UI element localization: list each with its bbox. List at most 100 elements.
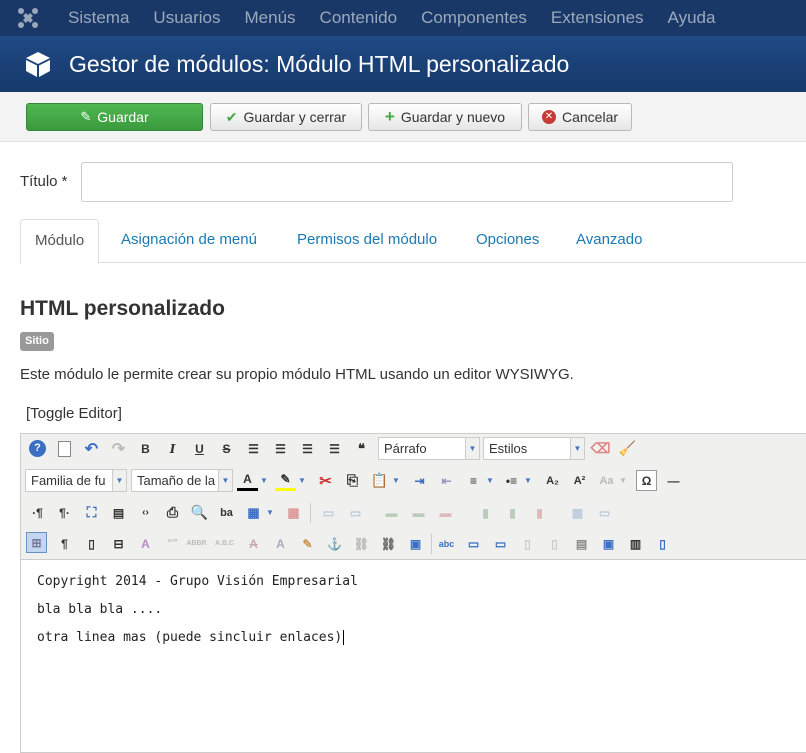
- align-full-icon[interactable]: ☰: [243, 438, 264, 459]
- deletion-icon[interactable]: A: [243, 533, 264, 554]
- bullet-list-arrow-icon[interactable]: ▼: [523, 470, 533, 491]
- menu-componentes[interactable]: Componentes: [409, 0, 539, 36]
- menu-menus[interactable]: Menús: [233, 0, 308, 36]
- text-color-icon[interactable]: A: [237, 470, 258, 491]
- redo-icon[interactable]: ↷: [108, 438, 129, 459]
- cell-props-icon[interactable]: ▭: [345, 502, 366, 523]
- underline-icon[interactable]: U: [189, 438, 210, 459]
- superscript-icon[interactable]: A²: [569, 470, 590, 491]
- italic-icon[interactable]: I: [162, 438, 183, 459]
- horizontal-rule-icon[interactable]: —: [663, 470, 684, 491]
- split-cells-icon[interactable]: ▦: [567, 502, 588, 523]
- merge-cells-icon[interactable]: ▭: [594, 502, 615, 523]
- attributes-icon[interactable]: ✎: [297, 533, 318, 554]
- delete-col-icon[interactable]: ▮: [529, 502, 550, 523]
- undo-icon[interactable]: ↶: [81, 438, 102, 459]
- joomla-logo-icon[interactable]: [0, 0, 56, 36]
- absolute-icon[interactable]: ▭: [490, 533, 511, 554]
- anchor-icon[interactable]: ⚓: [324, 533, 345, 554]
- special-char-icon[interactable]: Ω: [636, 470, 657, 491]
- align-left-icon[interactable]: ☰: [297, 438, 318, 459]
- highlight-color-icon[interactable]: ✎: [275, 470, 296, 491]
- replace-icon[interactable]: ba: [216, 502, 237, 523]
- numbered-list-arrow-icon[interactable]: ▼: [485, 470, 495, 491]
- tab-permisos[interactable]: Permisos del módulo: [297, 219, 437, 263]
- insert-layer-icon[interactable]: ▭: [463, 533, 484, 554]
- cancel-button[interactable]: ✕ Cancelar: [528, 103, 632, 131]
- page-break-icon[interactable]: ▯: [81, 533, 102, 554]
- print-icon[interactable]: ⎙: [162, 502, 183, 523]
- copy-icon[interactable]: ⎘: [342, 470, 363, 491]
- numbered-list-icon[interactable]: ≡: [463, 470, 484, 491]
- delete-row-icon[interactable]: ▬: [435, 502, 456, 523]
- cite-icon[interactable]: “”: [162, 533, 183, 554]
- search-icon[interactable]: 🔍: [189, 502, 210, 523]
- insert-row-before-icon[interactable]: ▬: [381, 502, 402, 523]
- save-close-button[interactable]: ✔ Guardar y cerrar: [210, 103, 362, 131]
- styles-select[interactable]: Estilos ▼: [483, 437, 585, 460]
- insert-col-before-icon[interactable]: ▮: [475, 502, 496, 523]
- insert-col-after-icon[interactable]: ▮: [502, 502, 523, 523]
- insertion-icon[interactable]: A: [270, 533, 291, 554]
- ltr-paragraph-icon[interactable]: ·¶: [27, 502, 48, 523]
- highlight-arrow-icon[interactable]: ▼: [297, 470, 307, 491]
- add-file-icon[interactable]: ▯: [652, 533, 673, 554]
- eraser-icon[interactable]: ⌫: [590, 438, 611, 459]
- unlink-icon[interactable]: ⛓: [351, 533, 372, 554]
- save-button[interactable]: ✎ Guardar: [26, 103, 203, 131]
- menu-extensiones[interactable]: Extensiones: [539, 0, 656, 36]
- styles-props-icon[interactable]: A: [135, 533, 156, 554]
- bullet-list-icon[interactable]: •≡: [501, 470, 522, 491]
- cut-icon[interactable]: ✂: [315, 470, 336, 491]
- image-icon[interactable]: ▣: [405, 533, 426, 554]
- align-center-icon[interactable]: ☰: [270, 438, 291, 459]
- paste-icon[interactable]: 📋: [369, 470, 390, 491]
- align-right-icon[interactable]: ☰: [324, 438, 345, 459]
- insert-table-icon[interactable]: ▦: [243, 502, 264, 523]
- font-family-select[interactable]: Familia de fu ▼: [25, 469, 127, 492]
- font-size-select[interactable]: Tamaño de la ▼: [131, 469, 233, 492]
- menu-sistema[interactable]: Sistema: [56, 0, 141, 36]
- insert-date-icon[interactable]: ▤: [571, 533, 592, 554]
- editor-content[interactable]: Copyright 2014 - Grupo Visión Empresaria…: [37, 574, 358, 658]
- save-new-button[interactable]: + Guardar y nuevo: [368, 103, 522, 131]
- spellcheck-icon[interactable]: abc: [436, 533, 457, 554]
- outdent-icon[interactable]: ⇤: [436, 470, 457, 491]
- bold-icon[interactable]: B: [135, 438, 156, 459]
- acronym-icon[interactable]: A.B.C: [214, 533, 235, 554]
- indent-icon[interactable]: ⇥: [409, 470, 430, 491]
- visual-aid-icon[interactable]: ⊞: [26, 532, 47, 553]
- cleanup-broom-icon[interactable]: 🧹: [617, 438, 638, 459]
- paste-arrow-icon[interactable]: ▼: [391, 470, 401, 491]
- move-forward-icon[interactable]: ▯: [517, 533, 538, 554]
- tab-asignacion-menu[interactable]: Asignación de menú: [121, 219, 257, 263]
- text-direction-icon[interactable]: Aa: [596, 470, 617, 491]
- tab-modulo[interactable]: Módulo: [20, 219, 100, 264]
- fullscreen-icon[interactable]: ⛶: [81, 502, 102, 523]
- toggle-editor-link[interactable]: [Toggle Editor]: [26, 405, 122, 422]
- title-input[interactable]: [81, 162, 733, 202]
- show-blocks-icon[interactable]: ¶: [54, 533, 75, 554]
- menu-contenido[interactable]: Contenido: [308, 0, 410, 36]
- rtl-paragraph-icon[interactable]: ¶·: [54, 502, 75, 523]
- tab-opciones[interactable]: Opciones: [476, 219, 539, 263]
- preview-icon[interactable]: ▤: [108, 502, 129, 523]
- delete-table-icon[interactable]: ▦: [283, 502, 304, 523]
- format-select[interactable]: Párrafo ▼: [378, 437, 480, 460]
- link-icon[interactable]: ⛓: [378, 533, 399, 554]
- menu-usuarios[interactable]: Usuarios: [141, 0, 232, 36]
- tab-avanzado[interactable]: Avanzado: [576, 219, 642, 263]
- insert-row-after-icon[interactable]: ▬: [408, 502, 429, 523]
- html-source-icon[interactable]: ‹›: [135, 502, 156, 523]
- move-backward-icon[interactable]: ▯: [544, 533, 565, 554]
- abbr-icon[interactable]: ABBR: [186, 533, 207, 554]
- strikethrough-icon[interactable]: S: [216, 438, 237, 459]
- insert-image-icon[interactable]: ▣: [598, 533, 619, 554]
- template-icon[interactable]: ⊟: [108, 533, 129, 554]
- text-direction-arrow-icon[interactable]: ▼: [618, 470, 628, 491]
- insert-table-arrow-icon[interactable]: ▼: [265, 502, 275, 523]
- help-icon[interactable]: ?: [27, 438, 48, 459]
- blockquote-icon[interactable]: ❝: [351, 438, 372, 459]
- menu-ayuda[interactable]: Ayuda: [656, 0, 728, 36]
- row-props-icon[interactable]: ▭: [318, 502, 339, 523]
